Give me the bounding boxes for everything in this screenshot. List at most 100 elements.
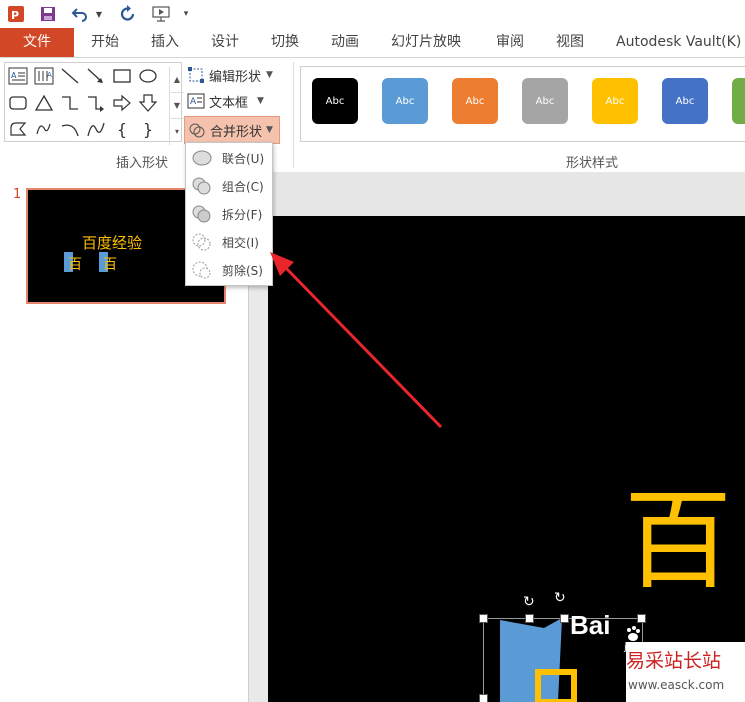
oval-shape-icon[interactable]	[137, 65, 159, 87]
vertical-text-box-shape-icon[interactable]: A	[33, 65, 55, 87]
tab-animations[interactable]: 动画	[331, 28, 359, 57]
text-box-icon: A	[187, 92, 205, 110]
resize-handle[interactable]	[637, 614, 646, 623]
fragment-icon	[190, 203, 214, 225]
resize-handle[interactable]	[479, 694, 488, 702]
powerpoint-app-icon[interactable]: P	[6, 4, 26, 24]
menu-item-fragment[interactable]: 拆分(F)	[186, 201, 272, 227]
combine-icon	[190, 175, 214, 197]
undo-dropdown-icon[interactable]: ▼	[94, 4, 104, 24]
slide-big-char[interactable]: 百	[624, 482, 732, 602]
menu-item-label: 拆分(F)	[222, 207, 263, 222]
baidu-paw-icon	[625, 626, 641, 642]
tab-insert[interactable]: 插入	[151, 28, 179, 57]
rectangle-shape-icon[interactable]	[111, 65, 133, 87]
chevron-down-icon: ▼	[266, 125, 273, 135]
resize-handle[interactable]	[479, 614, 488, 623]
thumbnail-char: 百	[68, 257, 82, 273]
selection-box	[483, 618, 643, 702]
ribbon-body: A A { } ▲ ▼ ▾ 编辑形状 ▼ A 文本框 ▼ 合并形状 ▼ 插入形状…	[0, 58, 745, 173]
shape-style-swatch[interactable]: Abc	[452, 78, 498, 124]
gallery-more-icon[interactable]: ▾	[170, 119, 184, 144]
scribble-shape-icon[interactable]	[33, 118, 55, 140]
right-brace-shape-icon[interactable]: }	[137, 118, 159, 140]
edit-shape-button[interactable]: 编辑形状 ▼	[187, 64, 273, 86]
menu-item-combine[interactable]: 组合(C)	[186, 173, 272, 199]
edit-shape-label: 编辑形状	[209, 69, 262, 85]
line-shape-icon[interactable]	[59, 65, 81, 87]
menu-item-label: 相交(I)	[222, 235, 259, 250]
shape-style-swatch[interactable]: Abc	[312, 78, 358, 124]
edit-shape-icon	[187, 66, 205, 84]
rounded-rectangle-shape-icon[interactable]	[7, 92, 29, 114]
shape-style-swatch[interactable]: Abc	[382, 78, 428, 124]
arrow-line-shape-icon[interactable]	[85, 65, 107, 87]
elbow-connector-shape-icon[interactable]	[59, 92, 81, 114]
save-icon[interactable]	[38, 4, 58, 24]
union-icon	[190, 147, 214, 169]
text-box-label: 文本框	[209, 95, 249, 111]
intersect-icon	[190, 231, 214, 253]
start-from-beginning-icon[interactable]	[150, 4, 172, 24]
shape-style-swatch[interactable]: Abc	[522, 78, 568, 124]
arc-shape-icon[interactable]	[59, 118, 81, 140]
slide-canvas[interactable]: 百 ↻ ↻ Bai jingyan	[268, 216, 745, 702]
curve-shape-icon[interactable]	[85, 118, 107, 140]
svg-text:A: A	[190, 97, 197, 107]
menu-item-label: 组合(C)	[222, 179, 264, 194]
quick-access-toolbar: P ▼ ▾	[0, 0, 745, 28]
thumbnail-title: 百度经验	[82, 234, 143, 252]
rotate-handle-icon[interactable]: ↻	[523, 594, 535, 610]
merge-shapes-icon	[188, 121, 206, 139]
menu-item-subtract[interactable]: 剪除(S)	[186, 257, 272, 283]
menu-item-label: 剪除(S)	[222, 263, 263, 278]
shapes-gallery: A A { } ▲ ▼ ▾	[4, 62, 184, 145]
merge-shapes-button[interactable]: 合并形状 ▼	[184, 116, 280, 144]
chevron-down-icon: ▼	[266, 70, 273, 80]
text-box-shape-icon[interactable]: A	[7, 65, 29, 87]
shape-style-swatch[interactable]: Abc	[662, 78, 708, 124]
subtract-icon	[190, 259, 214, 281]
menu-item-union[interactable]: 联合(U)	[186, 145, 272, 171]
triangle-shape-icon[interactable]	[33, 92, 55, 114]
svg-text:A: A	[47, 71, 52, 79]
shape-style-swatch[interactable]: Abc	[592, 78, 638, 124]
tab-review[interactable]: 审阅	[496, 28, 524, 57]
baidu-logo-text: Bai	[570, 610, 611, 640]
freeform-shape-icon[interactable]	[7, 118, 29, 140]
undo-icon[interactable]	[70, 4, 90, 24]
elbow-arrow-connector-shape-icon[interactable]	[85, 92, 107, 114]
tab-design[interactable]: 设计	[211, 28, 239, 57]
tab-slide-show[interactable]: 幻灯片放映	[391, 28, 461, 57]
resize-handle[interactable]	[560, 614, 569, 623]
tab-home[interactable]: 开始	[91, 28, 119, 57]
menu-item-label: 联合(U)	[222, 151, 265, 166]
right-arrow-shape-icon[interactable]	[111, 92, 133, 114]
tab-view[interactable]: 视图	[556, 28, 584, 57]
down-arrow-shape-icon[interactable]	[137, 92, 159, 114]
chevron-down-icon: ▼	[257, 96, 264, 106]
gallery-down-icon[interactable]: ▼	[170, 93, 184, 119]
text-box-button[interactable]: A 文本框 ▼	[187, 90, 264, 112]
rotate-handle-icon[interactable]: ↻	[554, 590, 566, 606]
menu-item-intersect[interactable]: 相交(I)	[186, 229, 272, 255]
tab-autodesk-vault[interactable]: Autodesk Vault(K)	[616, 28, 741, 57]
gallery-scroll[interactable]: ▲ ▼ ▾	[169, 67, 184, 145]
shape-styles-group-label: 形状样式	[566, 156, 619, 171]
shape-style-swatch[interactable]	[732, 78, 745, 124]
resize-handle[interactable]	[525, 614, 534, 623]
site-watermark: 易采站长站 www.easck.com	[626, 642, 745, 702]
thumbnail-char: 百	[103, 257, 117, 273]
gallery-up-icon[interactable]: ▲	[170, 67, 184, 93]
site-name: 易采站长站	[626, 650, 722, 672]
left-brace-shape-icon[interactable]: {	[111, 118, 133, 140]
tab-file[interactable]: 文件	[0, 28, 74, 57]
redo-icon[interactable]	[118, 4, 138, 24]
merge-shapes-menu: 联合(U) 组合(C) 拆分(F) 相交(I) 剪除(S)	[185, 142, 273, 286]
svg-text:A: A	[11, 71, 17, 80]
tab-transitions[interactable]: 切换	[271, 28, 299, 57]
merge-shapes-label: 合并形状	[210, 124, 263, 140]
customize-qat-icon[interactable]: ▾	[180, 4, 192, 24]
site-url: www.easck.com	[628, 678, 725, 692]
ribbon-tabs: 文件 开始 插入 设计 切换 动画 幻灯片放映 审阅 视图 Autodesk V…	[0, 28, 745, 58]
